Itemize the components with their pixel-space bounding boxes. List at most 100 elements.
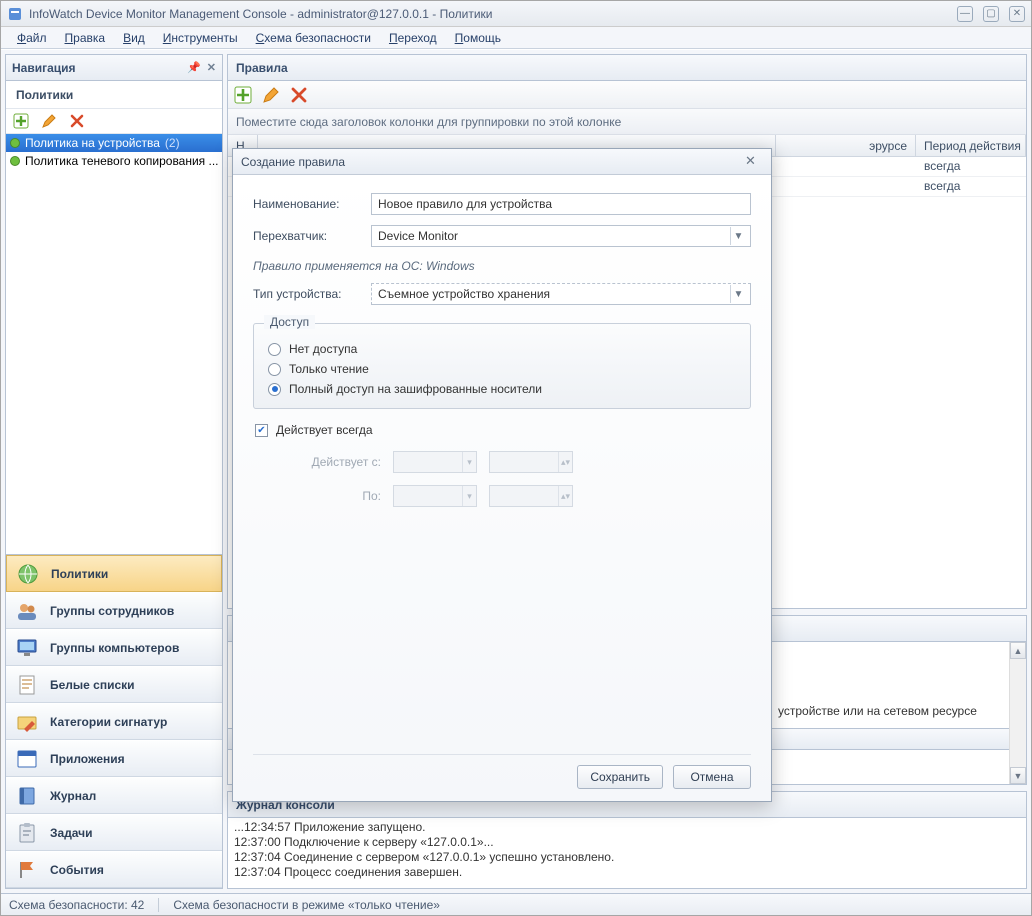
- tree-item-label: Политика на устройства: [25, 136, 160, 150]
- tree-item-device-policy[interactable]: Политика на устройства (2): [6, 134, 222, 152]
- access-fieldset: Доступ Нет доступа Только чтение Полный …: [253, 323, 751, 409]
- radio-label: Полный доступ на зашифрованные носители: [289, 382, 542, 396]
- section-label: Белые списки: [50, 678, 135, 692]
- menu-go[interactable]: Переход: [381, 29, 445, 47]
- chevron-down-icon: ▾: [462, 486, 476, 506]
- pin-icon[interactable]: 📌: [187, 61, 201, 74]
- chevron-down-icon: ▼: [730, 285, 746, 303]
- globe-icon: [17, 563, 39, 585]
- spinner-icon: ▴▾: [558, 452, 572, 472]
- always-checkbox[interactable]: ✔ Действует всегда: [255, 423, 751, 437]
- section-signature-categories[interactable]: Категории сигнатур: [6, 703, 222, 740]
- checkbox-icon: ✔: [255, 424, 268, 437]
- titlebar: InfoWatch Device Monitor Management Cons…: [1, 1, 1031, 27]
- section-policies[interactable]: Политики: [6, 555, 222, 592]
- chevron-down-icon: ▼: [730, 227, 746, 245]
- users-icon: [16, 600, 38, 622]
- from-time-input: ▴▾: [489, 451, 573, 473]
- status-dot-icon: [10, 156, 20, 166]
- nav-header: Навигация 📌 ✕: [6, 55, 222, 81]
- log-line: 12:37:04 Процесс соединения завершен.: [234, 865, 1020, 880]
- details-scrollbar[interactable]: ▲ ▼: [1009, 642, 1026, 784]
- flag-icon: [16, 859, 38, 881]
- name-label: Наименование:: [253, 197, 371, 211]
- interceptor-value: Device Monitor: [378, 229, 458, 243]
- radio-label: Нет доступа: [289, 342, 357, 356]
- nav-title: Навигация: [12, 61, 76, 75]
- folder-pen-icon: [16, 711, 38, 733]
- spinner-icon: ▴▾: [558, 486, 572, 506]
- interceptor-select[interactable]: Device Monitor ▼: [371, 225, 751, 247]
- delete-policy-button[interactable]: [68, 112, 86, 130]
- log-line: 12:37:04 Соединение с сервером «127.0.0.…: [234, 850, 1020, 865]
- window-icon: [16, 748, 38, 770]
- rules-toolbar: [228, 81, 1026, 109]
- menu-tools[interactable]: Инструменты: [155, 29, 246, 47]
- scroll-up-icon[interactable]: ▲: [1010, 642, 1026, 659]
- device-type-value: Съемное устройство хранения: [378, 287, 550, 301]
- to-time-input: ▴▾: [489, 485, 573, 507]
- nav-close-icon[interactable]: ✕: [207, 61, 216, 74]
- section-employee-groups[interactable]: Группы сотрудников: [6, 592, 222, 629]
- group-by-hint[interactable]: Поместите сюда заголовок колонки для гру…: [228, 109, 1026, 135]
- tree-item-shadow-policy[interactable]: Политика теневого копирования ...: [6, 152, 222, 170]
- section-computer-groups[interactable]: Группы компьютеров: [6, 629, 222, 666]
- section-whitelists[interactable]: Белые списки: [6, 666, 222, 703]
- active-to-row: По: ▾ ▴▾: [253, 485, 751, 507]
- active-from-row: Действует с: ▾ ▴▾: [253, 451, 751, 473]
- menu-edit[interactable]: Правка: [57, 29, 114, 47]
- os-note: Правило применяется на ОС: Windows: [253, 259, 751, 273]
- section-label: Политики: [51, 567, 108, 581]
- menu-help[interactable]: Помощь: [447, 29, 509, 47]
- radio-read-only[interactable]: Только чтение: [268, 362, 736, 376]
- device-type-label: Тип устройства:: [253, 287, 371, 301]
- console-body: ...12:34:57 Приложение запущено. 12:37:0…: [228, 818, 1026, 882]
- console-panel: Журнал консоли ...12:34:57 Приложение за…: [227, 791, 1027, 889]
- policy-tree: Политика на устройства (2) Политика тене…: [6, 134, 222, 554]
- section-label: События: [50, 863, 104, 877]
- section-label: Категории сигнатур: [50, 715, 167, 729]
- always-label: Действует всегда: [276, 423, 373, 437]
- status-scheme: Схема безопасности: 42: [9, 898, 144, 912]
- close-button[interactable]: ✕: [1009, 6, 1025, 22]
- menu-security-scheme[interactable]: Схема безопасности: [248, 29, 379, 47]
- from-date-input: ▾: [393, 451, 477, 473]
- log-line: 12:37:00 Подключение к серверу «127.0.0.…: [234, 835, 1020, 850]
- add-policy-button[interactable]: [12, 112, 30, 130]
- clipboard-icon: [16, 822, 38, 844]
- section-applications[interactable]: Приложения: [6, 740, 222, 777]
- menu-file[interactable]: Файл: [9, 29, 55, 47]
- rule-name-input[interactable]: [371, 193, 751, 215]
- create-rule-dialog: Создание правила ✕ Наименование: Перехва…: [232, 148, 772, 802]
- dialog-buttonbar: Сохранить Отмена: [253, 754, 751, 789]
- maximize-button[interactable]: ▢: [983, 6, 999, 22]
- add-rule-button[interactable]: [234, 86, 252, 104]
- minimize-button[interactable]: —: [957, 6, 973, 22]
- dialog-close-icon[interactable]: ✕: [745, 153, 763, 171]
- to-label: По:: [281, 489, 381, 503]
- nav-subheader: Политики: [6, 81, 222, 109]
- section-journal[interactable]: Журнал: [6, 777, 222, 814]
- tree-item-count: (2): [165, 136, 180, 150]
- menubar: Файл Правка Вид Инструменты Схема безопа…: [1, 27, 1031, 49]
- scroll-down-icon[interactable]: ▼: [1010, 767, 1026, 784]
- column-header[interactable]: Период действия: [916, 135, 1026, 156]
- doc-list-icon: [16, 674, 38, 696]
- section-label: Группы сотрудников: [50, 604, 174, 618]
- save-button[interactable]: Сохранить: [577, 765, 663, 789]
- device-type-select[interactable]: Съемное устройство хранения ▼: [371, 283, 751, 305]
- radio-no-access[interactable]: Нет доступа: [268, 342, 736, 356]
- access-legend: Доступ: [264, 315, 315, 329]
- delete-rule-button[interactable]: [290, 86, 308, 104]
- cancel-button[interactable]: Отмена: [673, 765, 751, 789]
- radio-full-encrypted[interactable]: Полный доступ на зашифрованные носители: [268, 382, 736, 396]
- menu-view[interactable]: Вид: [115, 29, 153, 47]
- column-header[interactable]: эрурсе: [776, 135, 916, 156]
- section-tasks[interactable]: Задачи: [6, 814, 222, 851]
- section-label: Группы компьютеров: [50, 641, 179, 655]
- edit-policy-button[interactable]: [40, 112, 58, 130]
- section-label: Задачи: [50, 826, 93, 840]
- section-events[interactable]: События: [6, 851, 222, 888]
- edit-rule-button[interactable]: [262, 86, 280, 104]
- radio-icon: [268, 363, 281, 376]
